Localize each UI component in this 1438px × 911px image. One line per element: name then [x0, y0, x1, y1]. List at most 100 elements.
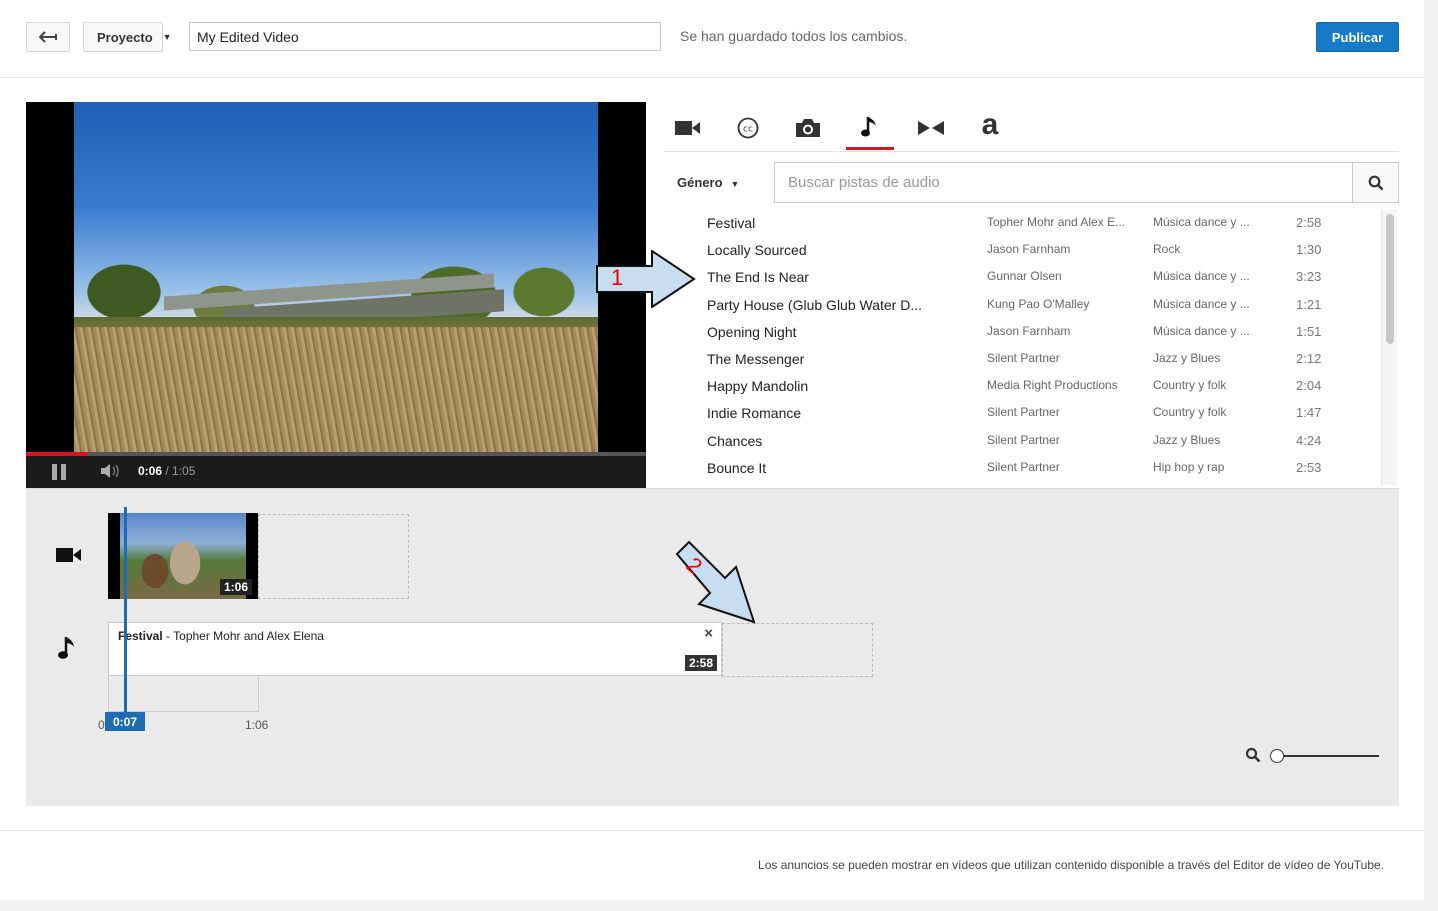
- track-row[interactable]: The Messenger Silent Partner Jazz y Blues 2…: [664, 344, 1384, 371]
- search-button[interactable]: [1352, 162, 1399, 203]
- track-genre: Country y folk: [1153, 405, 1227, 420]
- progress-bar[interactable]: [26, 452, 646, 456]
- track-duration: 2:12: [1296, 351, 1322, 366]
- track-row[interactable]: Locally Sourced Jason Farnham Rock 1:30: [664, 235, 1384, 262]
- ruler-end-label: 1:06: [245, 718, 269, 732]
- genre-dropdown[interactable]: Género ▼: [677, 175, 739, 190]
- tab-video[interactable]: [664, 106, 712, 150]
- track-artist: Silent Partner: [987, 432, 1060, 447]
- track-duration: 1:21: [1296, 296, 1322, 312]
- track-duration: 1:51: [1296, 323, 1322, 339]
- video-player[interactable]: 0:06 / 1:05: [26, 102, 646, 488]
- track-artist: Jason Farnham: [987, 323, 1071, 338]
- track-genre: Música dance y ...: [1153, 269, 1250, 284]
- track-artist: Media Right Productions: [987, 378, 1118, 393]
- annotation-label-1: 1: [611, 265, 624, 290]
- track-artist: Topher Mohr and Alex E...: [987, 215, 1126, 229]
- track-row[interactable]: Happy Mandolin Media Right Productions Cou…: [664, 371, 1384, 398]
- track-genre: Rock: [1153, 242, 1181, 257]
- scrollbar-thumb[interactable]: [1386, 214, 1394, 344]
- progress-fill: [26, 452, 88, 456]
- track-row[interactable]: Bounce It Silent Partner Hip hop y rap 2:53: [664, 453, 1384, 480]
- tabs-divider: [664, 151, 1399, 152]
- track-duration: 2:04: [1296, 378, 1322, 394]
- video-drop-zone[interactable]: [258, 514, 409, 599]
- audio-clip-artist: Topher Mohr and Alex Elena: [173, 629, 324, 643]
- video-title-input[interactable]: [189, 22, 661, 51]
- audio-clip-separator: -: [162, 629, 174, 643]
- genre-label: Género: [677, 175, 723, 190]
- track-title: Indie Romance: [707, 405, 802, 422]
- project-menu-button[interactable]: Proyecto ▼: [83, 22, 172, 52]
- photo-icon: [796, 119, 820, 137]
- zoom-slider[interactable]: [1280, 755, 1379, 757]
- text-icon: a: [981, 108, 999, 141]
- audio-clip[interactable]: Festival - Topher Mohr and Alex Elena × …: [108, 622, 722, 676]
- editor-header: Proyecto ▼ Se han guardado todos los cam…: [0, 0, 1424, 78]
- back-button[interactable]: [26, 22, 70, 52]
- track-title: Opening Night: [707, 323, 797, 340]
- tab-audio[interactable]: [846, 106, 894, 150]
- track-duration: 2:53: [1296, 459, 1322, 475]
- tab-captions[interactable]: cc: [724, 106, 772, 150]
- ruler-start-label: 0: [98, 718, 105, 732]
- track-title: Happy Mandolin: [707, 378, 809, 395]
- track-duration: 3:23: [1296, 269, 1322, 285]
- timeline-ruler: [108, 676, 259, 712]
- track-genre: Música dance y ...: [1153, 296, 1250, 311]
- track-row[interactable]: Festival Topher Mohr and Alex E... Música …: [664, 208, 1384, 235]
- tab-transitions[interactable]: [907, 106, 955, 150]
- search-icon: [1368, 175, 1383, 190]
- video-icon: [675, 121, 700, 135]
- audio-track-icon: [58, 636, 76, 667]
- back-arrow-icon: [39, 31, 57, 43]
- publish-button[interactable]: Publicar: [1316, 22, 1399, 52]
- track-title: Bounce It: [707, 459, 767, 476]
- footer-divider: [0, 830, 1424, 831]
- track-row[interactable]: Indie Romance Silent Partner Country y fol…: [664, 398, 1384, 425]
- track-duration: 1:47: [1296, 405, 1322, 421]
- audio-search-input[interactable]: [774, 162, 1353, 203]
- transitions-icon: [918, 121, 944, 135]
- playhead[interactable]: [124, 507, 127, 717]
- track-genre: Jazz y Blues: [1153, 351, 1221, 365]
- tab-photos[interactable]: [784, 106, 832, 150]
- editor-page: Proyecto ▼ Se han guardado todos los cam…: [0, 0, 1424, 900]
- track-row[interactable]: Party House (Glub Glub Water D... Kung Pa…: [664, 290, 1384, 317]
- track-row[interactable]: Opening Night Jason Farnham Música dance y…: [664, 317, 1384, 344]
- volume-icon[interactable]: [100, 463, 122, 482]
- track-row[interactable]: The End Is Near Gunnar Olsen Música dance …: [664, 262, 1384, 289]
- total-duration: / 1:05: [165, 464, 196, 478]
- track-title: Locally Sourced: [707, 242, 807, 259]
- captions-icon: cc: [737, 117, 759, 139]
- player-controls: 0:06 / 1:05: [26, 452, 646, 488]
- track-genre: Música dance y ...: [1153, 323, 1250, 338]
- track-list-scrollbar[interactable]: [1381, 210, 1397, 485]
- current-time: 0:06: [138, 464, 163, 478]
- track-artist: Silent Partner: [987, 405, 1060, 420]
- audio-track-list: Festival Topher Mohr and Alex E... Música …: [664, 208, 1399, 488]
- audio-drop-zone[interactable]: [722, 623, 873, 677]
- track-artist: Silent Partner: [987, 459, 1060, 474]
- audio-clip-duration: 2:58: [684, 655, 717, 671]
- svg-text:cc: cc: [743, 125, 753, 135]
- playhead-time[interactable]: 0:07: [105, 712, 145, 731]
- track-genre: Música dance y ...: [1153, 215, 1250, 229]
- save-status: Se han guardado todos los cambios.: [680, 28, 908, 44]
- track-duration: 2:58: [1296, 215, 1322, 230]
- pause-button[interactable]: [52, 464, 68, 480]
- music-icon: [861, 116, 876, 136]
- zoom-slider-knob[interactable]: [1270, 749, 1284, 763]
- track-artist: Jason Farnham: [987, 242, 1071, 257]
- track-title: The End Is Near: [707, 269, 809, 286]
- track-genre: Country y folk: [1153, 378, 1227, 393]
- track-artist: Silent Partner: [987, 351, 1060, 365]
- tab-text[interactable]: a: [966, 106, 1014, 150]
- annotation-arrow-icon: [675, 540, 756, 624]
- footer-notice: Los anuncios se pueden mostrar en vídeos…: [758, 858, 1384, 872]
- video-track-icon: [56, 546, 82, 569]
- track-row[interactable]: Chances Silent Partner Jazz y Blues 4:24: [664, 426, 1384, 453]
- track-genre: Jazz y Blues: [1153, 432, 1221, 447]
- track-artist: Gunnar Olsen: [987, 269, 1062, 284]
- video-clip[interactable]: 1:06: [108, 513, 258, 599]
